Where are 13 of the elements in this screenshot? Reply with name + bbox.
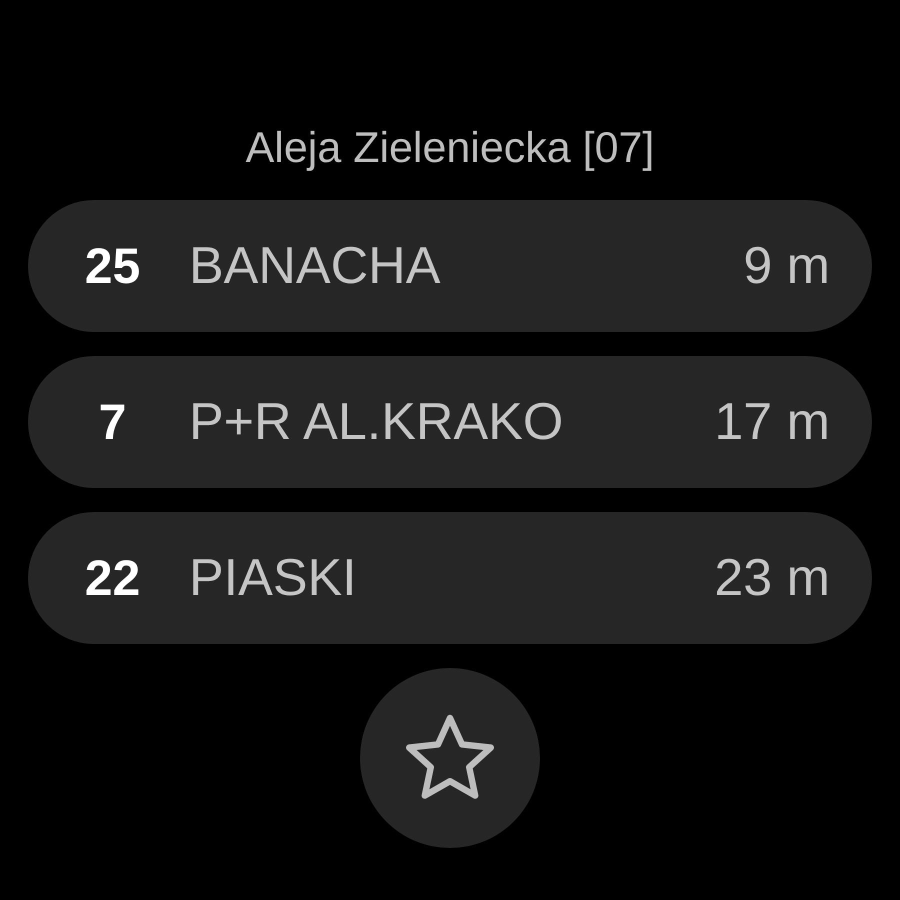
arrival-time: 23 m bbox=[713, 548, 830, 609]
departure-row[interactable]: 22 PIASKI 23 m bbox=[28, 512, 872, 644]
arrival-time: 17 m bbox=[713, 392, 830, 453]
departure-row[interactable]: 25 BANACHA 9 m bbox=[28, 200, 872, 332]
line-number: 22 bbox=[84, 548, 142, 608]
arrival-time: 9 m bbox=[742, 236, 830, 297]
destination-text: PIASKI bbox=[188, 548, 358, 609]
stop-title: Aleja Zieleniecka [07] bbox=[244, 123, 656, 174]
destination-text: BANACHA bbox=[188, 236, 442, 297]
line-number: 25 bbox=[84, 236, 142, 296]
line-number: 7 bbox=[98, 392, 128, 452]
departure-row[interactable]: 7 P+R AL.KRAKO 17 m bbox=[28, 356, 872, 488]
destination-text: P+R AL.KRAKO bbox=[188, 392, 564, 453]
